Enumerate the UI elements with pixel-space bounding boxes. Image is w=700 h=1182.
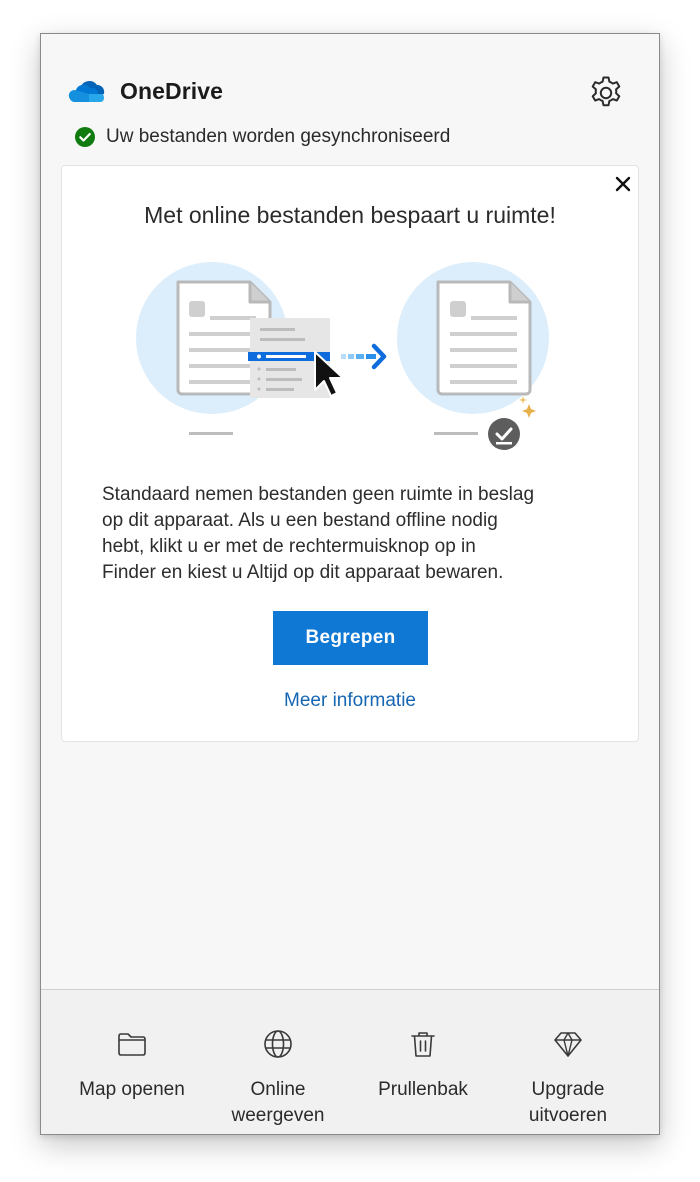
view-online-label: Online weergeven (231, 1079, 325, 1126)
view-online-button[interactable]: Online weergeven (201, 990, 355, 1134)
open-folder-button[interactable]: Map openen (55, 990, 209, 1134)
recycle-bin-button[interactable]: Prullenbak (346, 990, 500, 1134)
folder-icon (118, 1033, 146, 1056)
status-text: Uw bestanden worden gesynchroniseerd (106, 126, 451, 147)
onedrive-cloud-icon (68, 80, 105, 102)
trash-icon (411, 1032, 435, 1057)
check-circle-icon (75, 127, 95, 147)
globe-icon (264, 1030, 292, 1058)
footer-toolbar: Map openen Online weergeven Prullenbak U… (41, 989, 659, 1134)
card-description: Standaard nemen bestanden geen ruimte in… (102, 484, 535, 583)
upgrade-label: Upgrade uitvoeren (528, 1079, 608, 1126)
onedrive-window: OneDrive Uw bestanden worden gesynchroni… (40, 33, 660, 1135)
close-icon[interactable] (611, 172, 635, 196)
open-folder-label: Map openen (79, 1079, 185, 1100)
files-on-demand-illustration (136, 262, 549, 452)
got-it-button[interactable]: Begrepen (273, 611, 428, 665)
app-title: OneDrive (120, 78, 224, 104)
sync-status: Uw bestanden worden gesynchroniseerd (74, 125, 450, 149)
upgrade-button[interactable]: Upgrade uitvoeren (491, 990, 645, 1134)
gear-icon[interactable] (586, 73, 626, 113)
more-info-link[interactable]: Meer informatie (62, 690, 638, 712)
header: OneDrive Uw bestanden worden gesynchroni… (41, 34, 659, 154)
diamond-icon (554, 1032, 582, 1057)
recycle-bin-label: Prullenbak (378, 1079, 468, 1100)
card-title: Met online bestanden bespaart u ruimte! (144, 202, 556, 228)
files-on-demand-card: Met online bestanden bespaart u ruimte! (61, 165, 639, 742)
